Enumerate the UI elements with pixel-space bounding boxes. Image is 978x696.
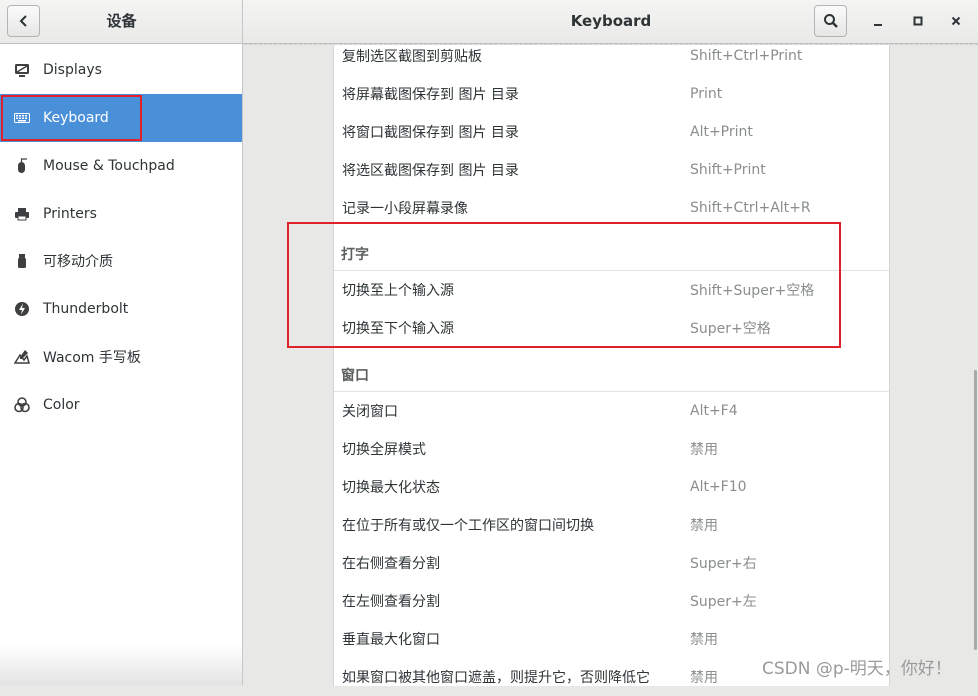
shortcut-accel: Super+左 xyxy=(690,594,757,610)
sidebar-item-label: 可移动介质 xyxy=(43,254,113,270)
shortcut-list: 复制选区截图到剪贴板 Shift+Ctrl+Print 将屏幕截图保存到 图片 … xyxy=(333,45,890,686)
shortcut-accel: Alt+F10 xyxy=(690,479,747,495)
section-typing: 打字 xyxy=(334,235,889,271)
sidebar-item-label: Displays xyxy=(43,62,102,78)
shortcut-name: 切换至下个输入源 xyxy=(342,321,454,337)
maximize-button[interactable] xyxy=(904,7,932,35)
sidebar-header: 设备 xyxy=(0,0,243,44)
section-title: 窗口 xyxy=(341,368,369,384)
sidebar-item-label: Color xyxy=(43,397,80,413)
shortcut-accel: Shift+Ctrl+Alt+R xyxy=(690,200,811,216)
shortcut-row[interactable]: 在位于所有或仅一个工作区的窗口间切换 禁用 xyxy=(334,506,889,544)
close-button[interactable] xyxy=(942,7,970,35)
watermark: CSDN @p-明天，你好！ xyxy=(762,659,952,679)
mouse-icon xyxy=(14,158,30,174)
section-window: 窗口 xyxy=(334,356,889,392)
thunderbolt-icon xyxy=(14,301,30,317)
sidebar-item-displays[interactable]: Displays xyxy=(0,46,242,94)
sidebar-item-label: Printers xyxy=(43,206,97,222)
printer-icon xyxy=(14,206,30,222)
shortcut-accel: Alt+F4 xyxy=(690,403,738,419)
scrollbar[interactable] xyxy=(974,370,977,650)
sidebar-item-label: Thunderbolt xyxy=(43,301,129,317)
annotation-box-keyboard xyxy=(1,95,142,141)
sidebar-fade xyxy=(0,645,242,685)
shortcut-name: 在右侧查看分割 xyxy=(342,556,440,572)
sidebar-item-label: Wacom 手写板 xyxy=(43,350,141,366)
shortcut-row[interactable]: 将选区截图保存到 图片 目录 Shift+Print xyxy=(334,151,889,189)
shortcut-accel: 禁用 xyxy=(690,632,718,648)
sidebar-title: 设备 xyxy=(106,12,137,30)
shortcut-name: 如果窗口被其他窗口遮盖，则提升它，否则降低它 xyxy=(342,670,650,686)
shortcut-accel: Super+右 xyxy=(690,556,757,572)
sidebar-item-color[interactable]: Color xyxy=(0,381,242,429)
sidebar: Displays Keyboard Mouse & Touchpad Print… xyxy=(0,44,243,685)
shortcut-name: 在左侧查看分割 xyxy=(342,594,440,610)
shortcut-accel: Shift+Ctrl+Print xyxy=(690,48,803,64)
tablet-icon xyxy=(14,349,30,365)
shortcut-accel: Shift+Print xyxy=(690,162,766,178)
shortcut-accel: Alt+Print xyxy=(690,124,753,140)
shortcut-name: 将屏幕截图保存到 图片 目录 xyxy=(342,87,519,103)
shortcut-row[interactable]: 切换至下个输入源 Super+空格 xyxy=(334,309,889,347)
shortcut-row[interactable]: 切换最大化状态 Alt+F10 xyxy=(334,468,889,506)
sidebar-item-mouse[interactable]: Mouse & Touchpad xyxy=(0,142,242,190)
shortcut-row[interactable]: 复制选区截图到剪贴板 Shift+Ctrl+Print xyxy=(334,37,889,75)
shortcut-name: 记录一小段屏幕录像 xyxy=(342,201,468,217)
shortcut-row[interactable]: 切换至上个输入源 Shift+Super+空格 xyxy=(334,271,889,309)
shortcut-row[interactable]: 将窗口截图保存到 图片 目录 Alt+Print xyxy=(334,113,889,151)
display-icon xyxy=(14,62,30,78)
shortcut-name: 在位于所有或仅一个工作区的窗口间切换 xyxy=(342,518,594,534)
shortcut-row[interactable]: 记录一小段屏幕录像 Shift+Ctrl+Alt+R xyxy=(334,189,889,227)
sidebar-item-keyboard[interactable]: Keyboard xyxy=(0,94,242,142)
sidebar-item-thunderbolt[interactable]: Thunderbolt xyxy=(0,285,242,333)
shortcut-accel: Print xyxy=(690,86,723,102)
shortcut-name: 将选区截图保存到 图片 目录 xyxy=(342,163,519,179)
shortcut-name: 切换全屏模式 xyxy=(342,442,426,458)
shortcut-row[interactable]: 垂直最大化窗口 禁用 xyxy=(334,620,889,658)
shortcut-name: 切换最大化状态 xyxy=(342,480,440,496)
search-button[interactable] xyxy=(814,5,847,37)
close-icon xyxy=(951,16,961,26)
shortcut-accel: 禁用 xyxy=(690,670,718,686)
section-title: 打字 xyxy=(341,247,369,263)
shortcut-row[interactable]: 在右侧查看分割 Super+右 xyxy=(334,544,889,582)
minimize-button[interactable] xyxy=(864,7,892,35)
shortcut-accel: Super+空格 xyxy=(690,321,771,337)
shortcut-name: 关闭窗口 xyxy=(342,404,398,420)
sidebar-item-removable-media[interactable]: 可移动介质 xyxy=(0,237,242,285)
shortcut-accel: 禁用 xyxy=(690,442,718,458)
shortcut-name: 垂直最大化窗口 xyxy=(342,632,440,648)
shortcut-row[interactable]: 将屏幕截图保存到 图片 目录 Print xyxy=(334,75,889,113)
color-icon xyxy=(14,397,30,413)
search-icon xyxy=(823,14,838,28)
shortcut-name: 将窗口截图保存到 图片 目录 xyxy=(342,125,519,141)
sidebar-item-wacom[interactable]: Wacom 手写板 xyxy=(0,333,242,381)
sidebar-item-printers[interactable]: Printers xyxy=(0,190,242,238)
shortcut-name: 复制选区截图到剪贴板 xyxy=(342,49,482,65)
shortcut-row[interactable]: 关闭窗口 Alt+F4 xyxy=(334,392,889,430)
shortcut-accel: Shift+Super+空格 xyxy=(690,283,815,299)
shortcut-name: 切换至上个输入源 xyxy=(342,283,454,299)
shortcut-row[interactable]: 在左侧查看分割 Super+左 xyxy=(334,582,889,620)
minimize-icon xyxy=(874,24,882,26)
maximize-icon xyxy=(913,16,923,26)
shortcut-row[interactable]: 切换全屏模式 禁用 xyxy=(334,430,889,468)
content-area: 复制选区截图到剪贴板 Shift+Ctrl+Print 将屏幕截图保存到 图片 … xyxy=(244,44,978,686)
shortcut-accel: 禁用 xyxy=(690,518,718,534)
usb-icon xyxy=(14,253,30,269)
sidebar-item-label: Mouse & Touchpad xyxy=(43,158,175,174)
